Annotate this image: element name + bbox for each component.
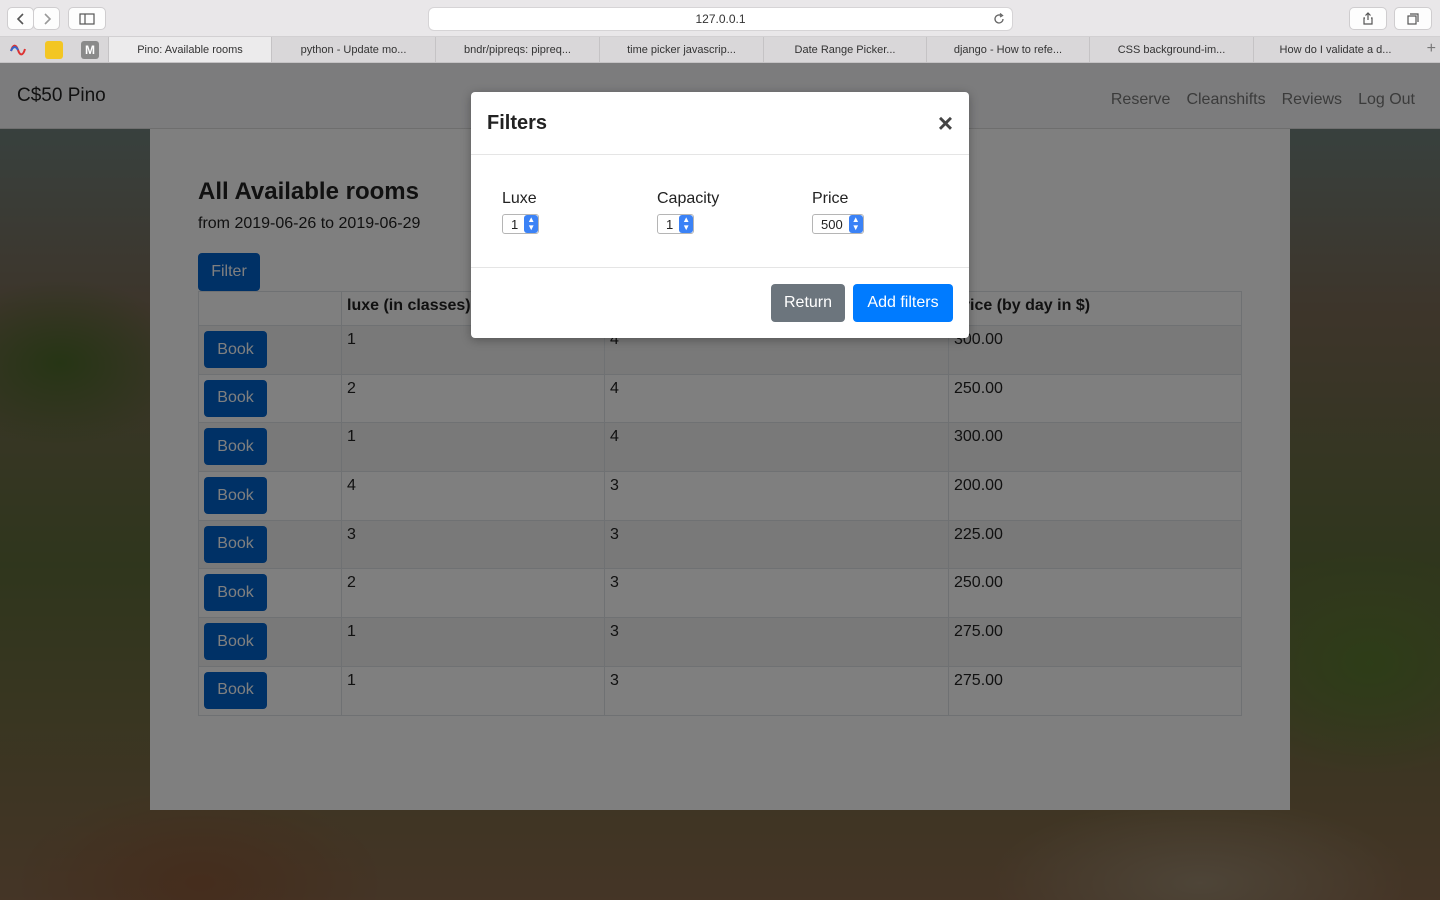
tab-label: How do I validate a d... [1279, 43, 1392, 56]
favorite-m-icon[interactable]: M [81, 41, 99, 59]
chevron-right-icon [43, 12, 51, 25]
modal-body: Luxe 1 ▲ ▼ Capacity 1 ▲ ▼ Price 500 ▲ ▼ [471, 155, 969, 268]
tab-label: time picker javascrip... [627, 43, 736, 56]
capacity-field: Capacity 1 ▲ ▼ [657, 190, 719, 234]
luxe-field: Luxe 1 ▲ ▼ [502, 190, 540, 234]
tab-bar: M Pino: Available rooms python - Update … [0, 37, 1440, 63]
add-filters-button[interactable]: Add filters [853, 284, 953, 322]
favorite-wave-icon[interactable] [9, 41, 27, 59]
sidebar-button[interactable] [68, 7, 106, 30]
tabs-overview-button[interactable] [1394, 7, 1432, 30]
capacity-value: 1 [666, 216, 674, 232]
luxe-stepper[interactable]: 1 ▲ ▼ [502, 214, 540, 234]
price-value: 500 [821, 216, 843, 232]
tab-label: django - How to refe... [953, 43, 1063, 56]
price-label: Price [812, 190, 849, 207]
modal-header: Filters × [471, 92, 969, 155]
browser-toolbar: 127.0.0.1 [0, 0, 1440, 37]
address-bar[interactable]: 127.0.0.1 [428, 7, 1013, 31]
tab-available-rooms[interactable]: Pino: Available rooms [108, 37, 271, 62]
tab-label: CSS background-im... [1117, 43, 1226, 56]
tab-python-update[interactable]: python - Update mo... [271, 37, 435, 62]
capacity-stepper[interactable]: 1 ▲ ▼ [657, 214, 695, 234]
tab-css-background[interactable]: CSS background-im... [1089, 37, 1253, 62]
capacity-label: Capacity [657, 190, 720, 207]
sidebar-icon [79, 12, 95, 25]
tab-label: bndr/pipreqs: pipreq... [463, 43, 571, 56]
share-button[interactable] [1349, 7, 1387, 30]
stepper-arrows-icon[interactable]: ▲ ▼ [848, 215, 863, 233]
price-field: Price 500 ▲ ▼ [812, 190, 864, 234]
new-tab-button[interactable]: + [1427, 40, 1436, 58]
tab-label: python - Update mo... [300, 43, 407, 56]
favorite-notes-icon[interactable] [45, 41, 63, 59]
modal-footer: Return Add filters [471, 269, 969, 338]
tab-date-range-picker[interactable]: Date Range Picker... [763, 37, 926, 62]
tab-django[interactable]: django - How to refe... [926, 37, 1089, 62]
stepper-arrows-icon[interactable]: ▲ ▼ [524, 215, 539, 233]
tab-label: Pino: Available rooms [137, 43, 243, 56]
return-button[interactable]: Return [771, 284, 845, 322]
address-text: 127.0.0.1 [695, 12, 746, 26]
tab-label: Date Range Picker... [794, 43, 896, 56]
forward-button[interactable] [33, 7, 60, 30]
luxe-label: Luxe [502, 190, 537, 207]
tab-validate[interactable]: How do I validate a d... [1253, 37, 1417, 62]
luxe-value: 1 [511, 216, 519, 232]
close-icon[interactable]: × [938, 108, 953, 139]
back-button[interactable] [7, 7, 34, 30]
reload-icon[interactable] [992, 12, 1006, 26]
tab-time-picker[interactable]: time picker javascrip... [599, 37, 763, 62]
tabs-icon [1407, 12, 1419, 25]
tab-pipreqs[interactable]: bndr/pipreqs: pipreq... [435, 37, 599, 62]
price-stepper[interactable]: 500 ▲ ▼ [812, 214, 864, 234]
chevron-left-icon [16, 12, 24, 25]
share-icon [1363, 11, 1373, 25]
filters-modal: Filters × Luxe 1 ▲ ▼ Capacity 1 ▲ ▼ Price … [471, 92, 969, 338]
modal-title: Filters [487, 112, 548, 134]
stepper-arrows-icon[interactable]: ▲ ▼ [679, 215, 694, 233]
